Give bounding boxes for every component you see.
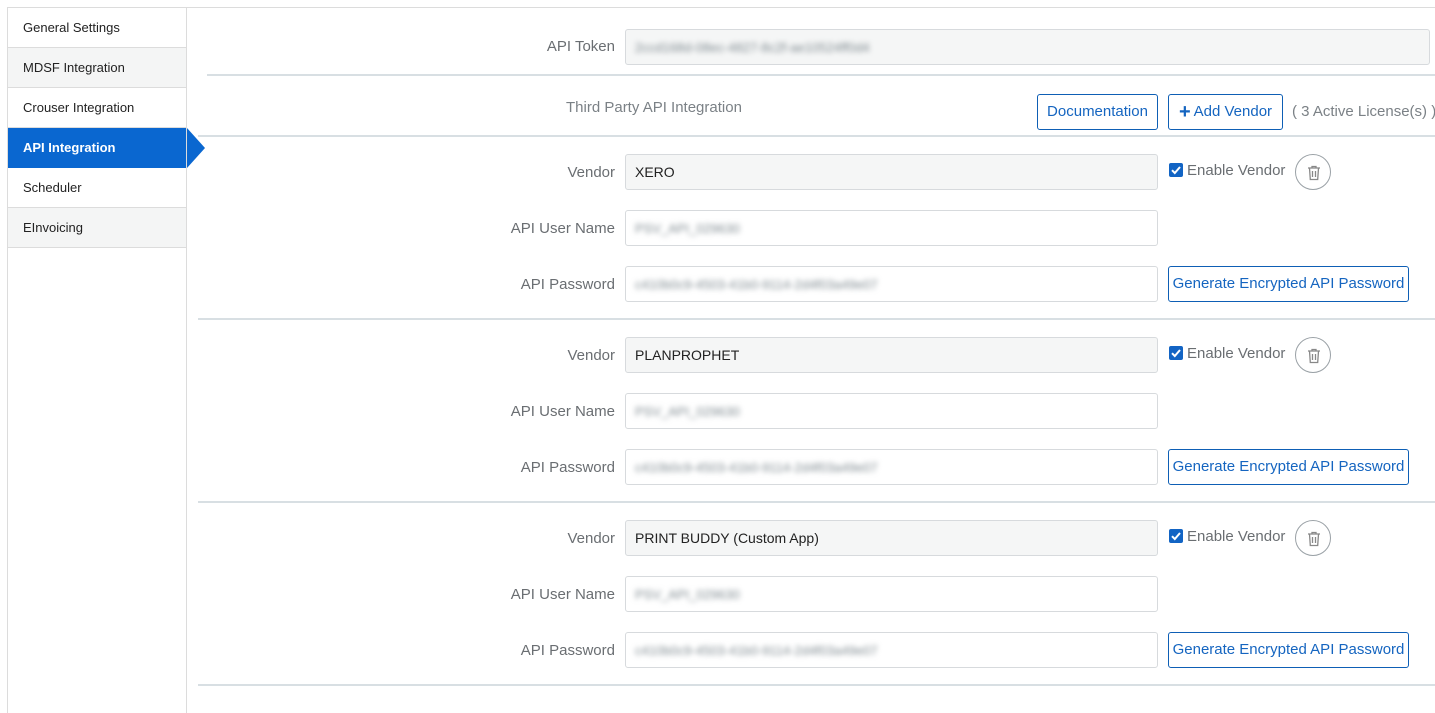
divider	[198, 501, 1435, 503]
enable-vendor-label[interactable]: Enable Vendor	[1187, 162, 1285, 179]
api-password-field[interactable]: c410b0c9-4503-41b0-9114-2d4f03a49e07	[625, 266, 1158, 302]
sidebar-item-einvoicing[interactable]: EInvoicing	[8, 208, 186, 248]
api-user-name-label: API User Name	[510, 220, 615, 237]
api-integration-panel: API Token 2ccd168d-08ec-4827-8c2f-ae1052…	[187, 7, 1435, 713]
api-password-label: API Password	[520, 276, 615, 293]
api-user-name-value: PSV_API_029630	[635, 404, 740, 419]
api-password-value: c410b0c9-4503-41b0-9114-2d4f03a49e07	[635, 643, 878, 658]
trash-icon[interactable]	[1295, 154, 1331, 190]
add-vendor-button[interactable]: + Add Vendor	[1168, 94, 1283, 130]
divider	[198, 135, 1435, 137]
api-password-value: c410b0c9-4503-41b0-9114-2d4f03a49e07	[635, 460, 878, 475]
sidebar-item-api-integration[interactable]: API Integration	[8, 128, 205, 168]
vendor-field[interactable]: PRINT BUDDY (Custom App)	[625, 520, 1158, 556]
api-user-name-value: PSV_API_029630	[635, 221, 740, 236]
vendor-field[interactable]: XERO	[625, 154, 1158, 190]
divider	[207, 74, 1435, 76]
api-user-name-field[interactable]: PSV_API_029630	[625, 393, 1158, 429]
api-password-label: API Password	[520, 642, 615, 659]
enable-vendor-label[interactable]: Enable Vendor	[1187, 528, 1285, 545]
trash-icon[interactable]	[1295, 520, 1331, 556]
api-token-value: 2ccd168d-08ec-4827-8c2f-ae10524ff0d4	[635, 40, 870, 55]
api-password-label: API Password	[520, 459, 615, 476]
api-password-field[interactable]: c410b0c9-4503-41b0-9114-2d4f03a49e07	[625, 632, 1158, 668]
sidebar-item-crouser-integration[interactable]: Crouser Integration	[8, 88, 186, 128]
api-password-field[interactable]: c410b0c9-4503-41b0-9114-2d4f03a49e07	[625, 449, 1158, 485]
checkbox-checked-icon[interactable]	[1169, 346, 1183, 360]
divider	[198, 684, 1435, 686]
vendor-field[interactable]: PLANPROPHET	[625, 337, 1158, 373]
api-user-name-label: API User Name	[510, 403, 615, 420]
plus-icon: +	[1178, 101, 1191, 123]
api-user-name-field[interactable]: PSV_API_029630	[625, 210, 1158, 246]
generate-encrypted-password-button[interactable]: Generate Encrypted API Password	[1168, 266, 1409, 302]
vendor-label: Vendor	[567, 347, 615, 364]
add-vendor-label: Add Vendor	[1193, 103, 1273, 120]
enable-vendor-label[interactable]: Enable Vendor	[1187, 345, 1285, 362]
vendor-label: Vendor	[567, 530, 615, 547]
api-token-label: API Token	[546, 38, 615, 55]
api-user-name-field[interactable]: PSV_API_029630	[625, 576, 1158, 612]
sidebar-item-mdsf-integration[interactable]: MDSF Integration	[8, 48, 186, 88]
api-user-name-label: API User Name	[510, 586, 615, 603]
checkbox-checked-icon[interactable]	[1169, 163, 1183, 177]
generate-encrypted-password-button[interactable]: Generate Encrypted API Password	[1168, 632, 1409, 668]
vendor-label: Vendor	[567, 164, 615, 181]
api-user-name-value: PSV_API_029630	[635, 587, 740, 602]
api-token-field[interactable]: 2ccd168d-08ec-4827-8c2f-ae10524ff0d4	[625, 29, 1430, 65]
active-license-count: ( 3 Active License(s) )	[1292, 103, 1435, 120]
checkbox-checked-icon[interactable]	[1169, 529, 1183, 543]
documentation-button[interactable]: Documentation	[1037, 94, 1158, 130]
sidebar-item-scheduler[interactable]: Scheduler	[8, 168, 186, 208]
third-party-title: Third Party API Integration	[566, 99, 742, 116]
divider	[198, 318, 1435, 320]
sidebar-item-general-settings[interactable]: General Settings	[8, 8, 186, 48]
generate-encrypted-password-button[interactable]: Generate Encrypted API Password	[1168, 449, 1409, 485]
api-password-value: c410b0c9-4503-41b0-9114-2d4f03a49e07	[635, 277, 878, 292]
settings-sidebar: General Settings MDSF Integration Crouse…	[7, 7, 205, 713]
trash-icon[interactable]	[1295, 337, 1331, 373]
